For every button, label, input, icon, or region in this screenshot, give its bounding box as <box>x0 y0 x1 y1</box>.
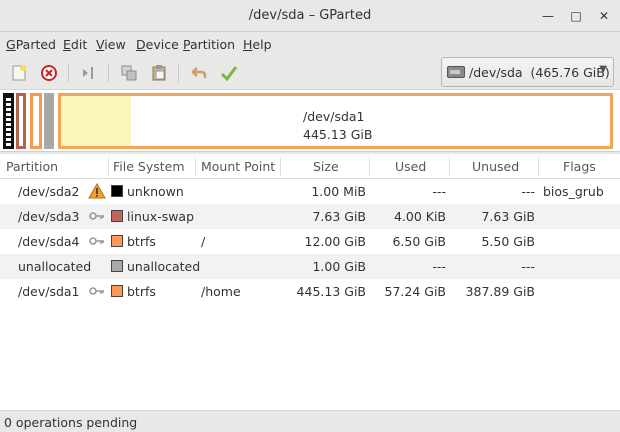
mount-point: /home <box>201 284 241 299</box>
column-header-mountpoint[interactable]: Mount Point <box>201 159 275 174</box>
used-value: --- <box>432 184 446 199</box>
filesystem-name: linux-swap <box>127 209 195 224</box>
device-selector[interactable]: /dev/sda (465.76 GiB) ▼ <box>441 57 614 87</box>
used-value: 4.00 KiB <box>393 209 446 224</box>
menu-bar: GParted Edit View Device Partition Help <box>0 32 620 56</box>
filesystem-name: btrfs <box>127 234 156 249</box>
disk-segment-sda2[interactable] <box>3 93 14 149</box>
partition-name: /dev/sda1 <box>18 284 80 299</box>
filesystem-name: btrfs <box>127 284 156 299</box>
status-text: 0 operations pending <box>4 415 138 430</box>
menu-view[interactable]: View <box>96 37 126 52</box>
maximize-icon[interactable]: □ <box>568 8 584 24</box>
segment-size: 445.13 GiB <box>303 127 373 142</box>
table-row[interactable]: /dev/sda2 unknown 1.00 MiB --- --- bios_… <box>0 179 620 204</box>
table-row[interactable]: /dev/sda1 btrfs /home 445.13 GiB 57.24 G… <box>0 279 620 304</box>
size-value: 12.00 GiB <box>304 234 367 249</box>
used-value: --- <box>432 259 446 274</box>
unused-value: 7.63 GiB <box>481 209 535 224</box>
table-row[interactable]: unallocated unallocated 1.00 GiB --- --- <box>0 254 620 279</box>
size-value: 445.13 GiB <box>296 284 366 299</box>
undo-icon[interactable] <box>188 62 210 84</box>
new-partition-icon[interactable] <box>8 62 30 84</box>
filesystem-color-swatch <box>111 185 123 197</box>
filesystem-name: unknown <box>127 184 184 199</box>
apply-icon[interactable] <box>218 62 240 84</box>
partition-name: /dev/sda3 <box>18 209 80 224</box>
key-icon <box>89 287 104 295</box>
disk-segment-sda3[interactable] <box>16 93 26 149</box>
chevron-down-icon: ▼ <box>599 64 607 75</box>
segment-name: /dev/sda1 <box>303 109 365 124</box>
partition-table: Partition File System Mount Point Size U… <box>0 154 620 410</box>
partition-name: /dev/sda2 <box>18 184 80 199</box>
mount-point: / <box>201 234 206 249</box>
harddisk-icon <box>447 66 465 78</box>
table-row[interactable]: /dev/sda4 btrfs / 12.00 GiB 6.50 GiB 5.5… <box>0 229 620 254</box>
column-header-partition[interactable]: Partition <box>6 159 58 174</box>
window-title: /dev/sda – GParted <box>248 8 372 23</box>
warning-icon <box>88 183 106 199</box>
size-value: 1.00 MiB <box>311 184 366 199</box>
unused-value: --- <box>521 184 535 199</box>
menu-edit[interactable]: Edit <box>63 37 87 52</box>
used-value: 6.50 GiB <box>392 234 446 249</box>
menu-device[interactable]: Device <box>136 37 179 52</box>
copy-icon[interactable] <box>118 62 140 84</box>
column-header-unused[interactable]: Unused <box>472 159 519 174</box>
key-icon <box>89 212 104 220</box>
key-icon <box>89 237 104 245</box>
column-header-flags[interactable]: Flags <box>563 159 596 174</box>
close-icon[interactable]: ✕ <box>596 8 612 24</box>
filesystem-color-swatch <box>111 285 123 297</box>
unused-value: 387.89 GiB <box>465 284 535 299</box>
unused-value: 5.50 GiB <box>481 234 535 249</box>
filesystem-color-swatch <box>111 235 123 247</box>
filesystem-color-swatch <box>111 260 123 272</box>
disk-segment-sda4[interactable] <box>30 93 42 149</box>
minimize-icon[interactable]: — <box>540 8 556 24</box>
column-header-filesystem[interactable]: File System <box>113 159 185 174</box>
partition-name: unallocated <box>18 259 92 274</box>
menu-gparted[interactable]: GParted <box>6 37 56 52</box>
menu-help[interactable]: Help <box>243 37 272 52</box>
unused-value: --- <box>521 259 535 274</box>
used-space-bar <box>61 96 131 146</box>
size-value: 7.63 GiB <box>312 209 366 224</box>
size-value: 1.00 GiB <box>312 259 366 274</box>
disk-map: /dev/sda1 445.13 GiB <box>0 90 620 152</box>
status-bar: 0 operations pending <box>0 410 620 432</box>
used-value: 57.24 GiB <box>384 284 447 299</box>
table-header: Partition File System Mount Point Size U… <box>0 154 620 179</box>
title-bar: /dev/sda – GParted — □ ✕ <box>0 0 620 32</box>
device-selector-label: /dev/sda (465.76 GiB) <box>469 65 610 80</box>
menu-partition[interactable]: Partition <box>183 37 235 52</box>
partition-name: /dev/sda4 <box>18 234 80 249</box>
column-header-size[interactable]: Size <box>313 159 339 174</box>
delete-partition-icon[interactable] <box>38 62 60 84</box>
filesystem-color-swatch <box>111 210 123 222</box>
filesystem-name: unallocated <box>127 259 201 274</box>
column-header-used[interactable]: Used <box>395 159 426 174</box>
disk-segment-sda1[interactable]: /dev/sda1 445.13 GiB <box>58 93 613 149</box>
paste-icon[interactable] <box>148 62 170 84</box>
resize-move-icon[interactable] <box>78 62 100 84</box>
table-row[interactable]: /dev/sda3 linux-swap 7.63 GiB 4.00 KiB 7… <box>0 204 620 229</box>
flags-value: bios_grub <box>543 184 604 199</box>
disk-segment-unallocated[interactable] <box>44 93 54 149</box>
